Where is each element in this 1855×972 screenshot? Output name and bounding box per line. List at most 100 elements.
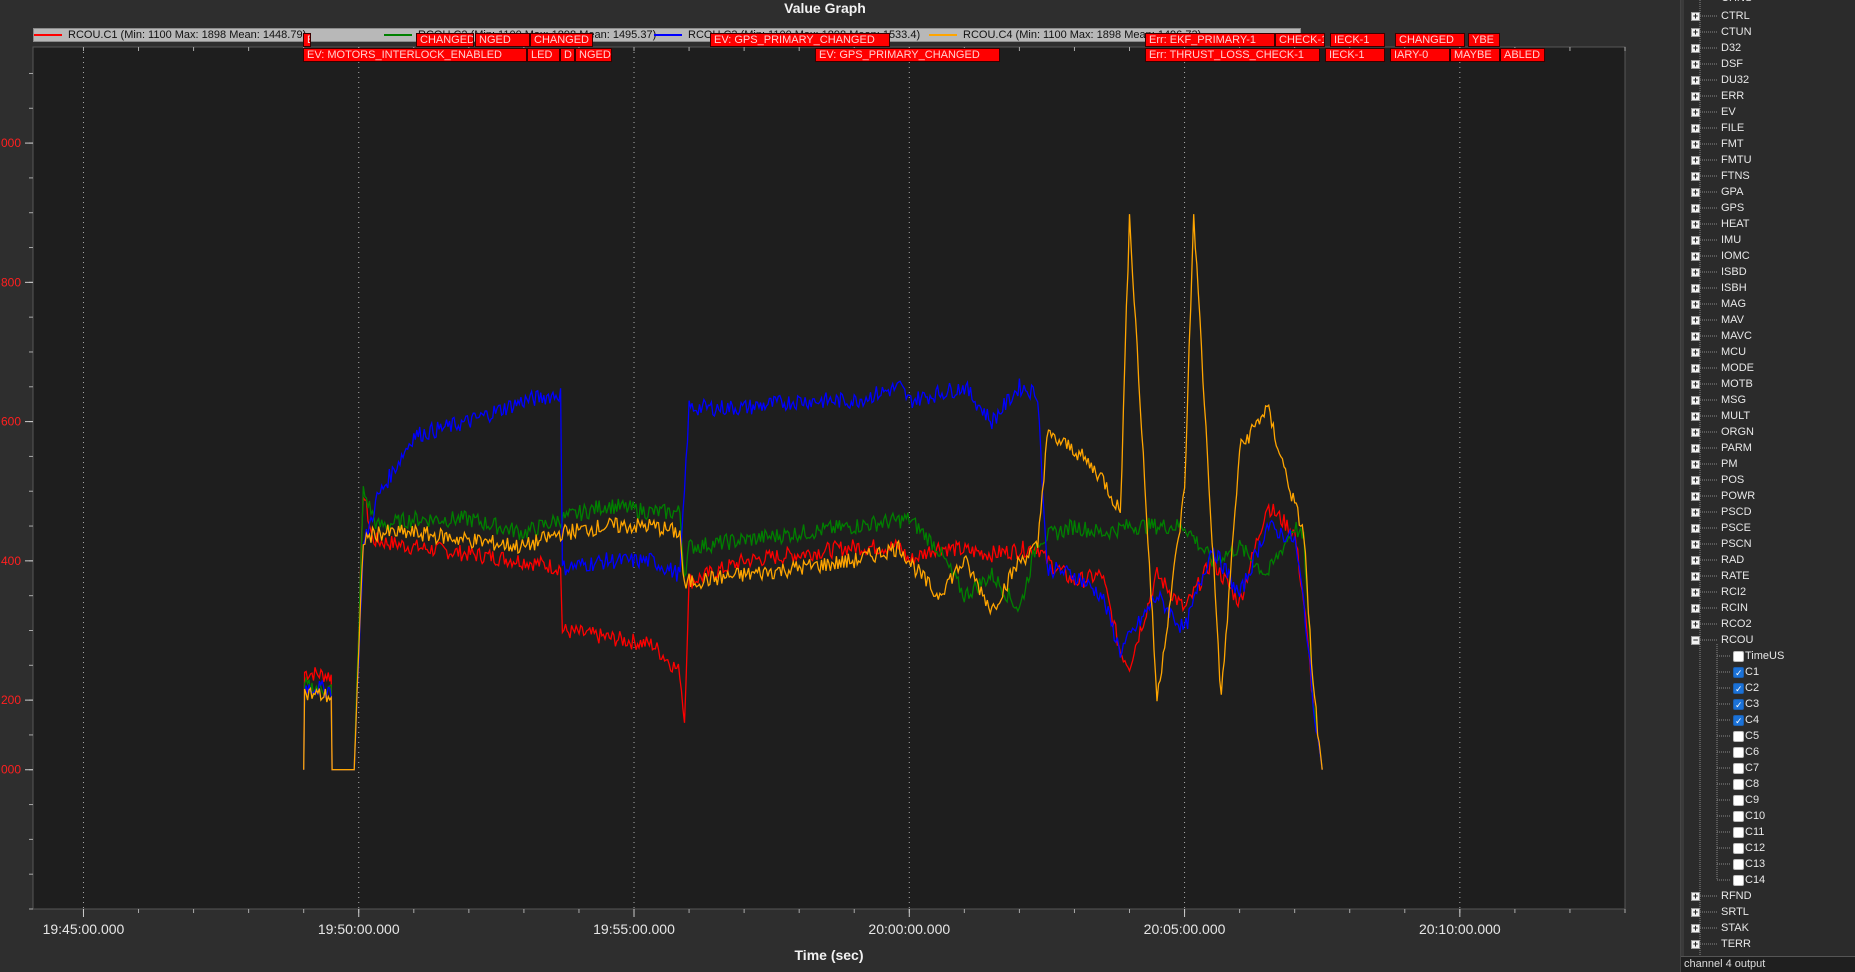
tree-field-c10[interactable]: C10 [1681,808,1855,824]
expand-icon[interactable]: + [1691,572,1700,581]
event-flag[interactable]: NGED [575,48,612,62]
tree-group-rfnd[interactable]: + RFND [1681,888,1855,904]
tree-group-imu[interactable]: + IMU [1681,232,1855,248]
tree-group-orgn[interactable]: + ORGN [1681,424,1855,440]
expand-icon[interactable]: + [1691,252,1700,261]
event-flag[interactable]: CHECK-1 [1275,33,1325,47]
expand-icon[interactable]: + [1691,460,1700,469]
field-checkbox[interactable] [1733,683,1744,694]
expand-icon[interactable]: + [1691,476,1700,485]
tree-group-mcu[interactable]: + MCU [1681,344,1855,360]
tree-group-mult[interactable]: + MULT [1681,408,1855,424]
expand-icon[interactable]: + [1691,588,1700,597]
tree-field-c2[interactable]: C2 [1681,680,1855,696]
expand-icon[interactable]: + [1691,76,1700,85]
tree-group-heat[interactable]: + HEAT [1681,216,1855,232]
tree-group-msg[interactable]: + MSG [1681,392,1855,408]
field-checkbox[interactable] [1733,667,1744,678]
tree-field-c4[interactable]: C4 [1681,712,1855,728]
tree-group-psce[interactable]: + PSCE [1681,520,1855,536]
event-flag[interactable]: CHANGED [1395,33,1465,47]
field-checkbox[interactable] [1733,859,1744,870]
field-checkbox[interactable] [1733,763,1744,774]
tree-group-fmt[interactable]: + FMT [1681,136,1855,152]
event-flag[interactable]: MAYBE [1450,48,1500,62]
expand-icon[interactable]: + [1691,620,1700,629]
tree-group-rate[interactable]: + RATE [1681,568,1855,584]
field-checkbox[interactable] [1733,827,1744,838]
expand-icon[interactable]: + [1691,380,1700,389]
tree-group-ftns[interactable]: + FTNS [1681,168,1855,184]
field-checkbox[interactable] [1733,795,1744,806]
expand-icon[interactable]: + [1691,540,1700,549]
event-flag[interactable]: EV: GPS_PRIMARY_CHANGED [815,48,1000,62]
expand-icon[interactable]: + [1691,604,1700,613]
collapse-icon[interactable]: − [1691,636,1700,645]
event-flag[interactable]: LED [527,48,560,62]
expand-icon[interactable]: + [1691,492,1700,501]
tree-group-ctrl[interactable]: + CTRL [1681,8,1855,24]
tree-group-gpa[interactable]: + GPA [1681,184,1855,200]
expand-icon[interactable]: + [1691,236,1700,245]
field-checkbox[interactable] [1733,779,1744,790]
event-flag[interactable]: EV: GPS_PRIMARY_CHANGED [710,33,890,47]
expand-icon[interactable]: + [1691,412,1700,421]
tree-group-pscd[interactable]: + PSCD [1681,504,1855,520]
expand-icon[interactable]: + [1691,524,1700,533]
tree-group-pscn[interactable]: + PSCN [1681,536,1855,552]
event-flag[interactable]: YBE [1468,33,1500,47]
tree-group-terr[interactable]: + TERR [1681,936,1855,952]
tree-group-ctun[interactable]: + CTUN [1681,24,1855,40]
tree-field-c6[interactable]: C6 [1681,744,1855,760]
legend-item[interactable]: RCOU.C1 (Min: 1100 Max: 1898 Mean: 1448.… [34,29,306,41]
tree-group-rcou[interactable]: − RCOU [1681,632,1855,648]
tree-group-partial[interactable]: CHNS [1721,0,1752,6]
value-graph-chart[interactable]: 19:45:00.000 19:50:00.000 19:55:00.000 20:0… [0,0,1680,972]
tree-group-stak[interactable]: + STAK [1681,920,1855,936]
tree-group-file[interactable]: + FILE [1681,120,1855,136]
field-checkbox[interactable] [1733,875,1744,886]
tree-group-ev[interactable]: + EV [1681,104,1855,120]
expand-icon[interactable]: + [1691,396,1700,405]
tree-group-mode[interactable]: + MODE [1681,360,1855,376]
expand-icon[interactable]: + [1691,940,1700,949]
expand-icon[interactable]: + [1691,444,1700,453]
tree-group-motb[interactable]: + MOTB [1681,376,1855,392]
expand-icon[interactable]: + [1691,188,1700,197]
tree-group-mavc[interactable]: + MAVC [1681,328,1855,344]
expand-icon[interactable]: + [1691,156,1700,165]
tree-group-powr[interactable]: + POWR [1681,488,1855,504]
tree-field-c7[interactable]: C7 [1681,760,1855,776]
event-flag[interactable]: EV: AUTO_ARMED [303,33,311,47]
tree-group-rcin[interactable]: + RCIN [1681,600,1855,616]
tree-group-rad[interactable]: + RAD [1681,552,1855,568]
tree-field-timeus[interactable]: TimeUS [1681,648,1855,664]
tree-group-srtl[interactable]: + SRTL [1681,904,1855,920]
tree-group-iomc[interactable]: + IOMC [1681,248,1855,264]
plot-background[interactable] [32,46,1626,910]
expand-icon[interactable]: + [1691,428,1700,437]
tree-field-c1[interactable]: C1 [1681,664,1855,680]
tree-group-du32[interactable]: + DU32 [1681,72,1855,88]
tree-field-c8[interactable]: C8 [1681,776,1855,792]
tree-group-rco2[interactable]: + RCO2 [1681,616,1855,632]
expand-icon[interactable]: + [1691,924,1700,933]
event-flag[interactable]: ABLED [1500,48,1545,62]
field-checkbox[interactable] [1733,699,1744,710]
tree-field-c11[interactable]: C11 [1681,824,1855,840]
expand-icon[interactable]: + [1691,268,1700,277]
expand-icon[interactable]: + [1691,220,1700,229]
tree-group-err[interactable]: + ERR [1681,88,1855,104]
tree-group-d32[interactable]: + D32 [1681,40,1855,56]
expand-icon[interactable]: + [1691,556,1700,565]
expand-icon[interactable]: + [1691,60,1700,69]
tree-field-c12[interactable]: C12 [1681,840,1855,856]
tree-field-c13[interactable]: C13 [1681,856,1855,872]
expand-icon[interactable]: + [1691,204,1700,213]
event-flag[interactable]: Err: THRUST_LOSS_CHECK-1 [1145,48,1320,62]
expand-icon[interactable]: + [1691,140,1700,149]
tree-group-pos[interactable]: + POS [1681,472,1855,488]
event-flag[interactable]: IECK-1 [1330,33,1385,47]
expand-icon[interactable]: + [1691,316,1700,325]
expand-icon[interactable]: + [1691,908,1700,917]
